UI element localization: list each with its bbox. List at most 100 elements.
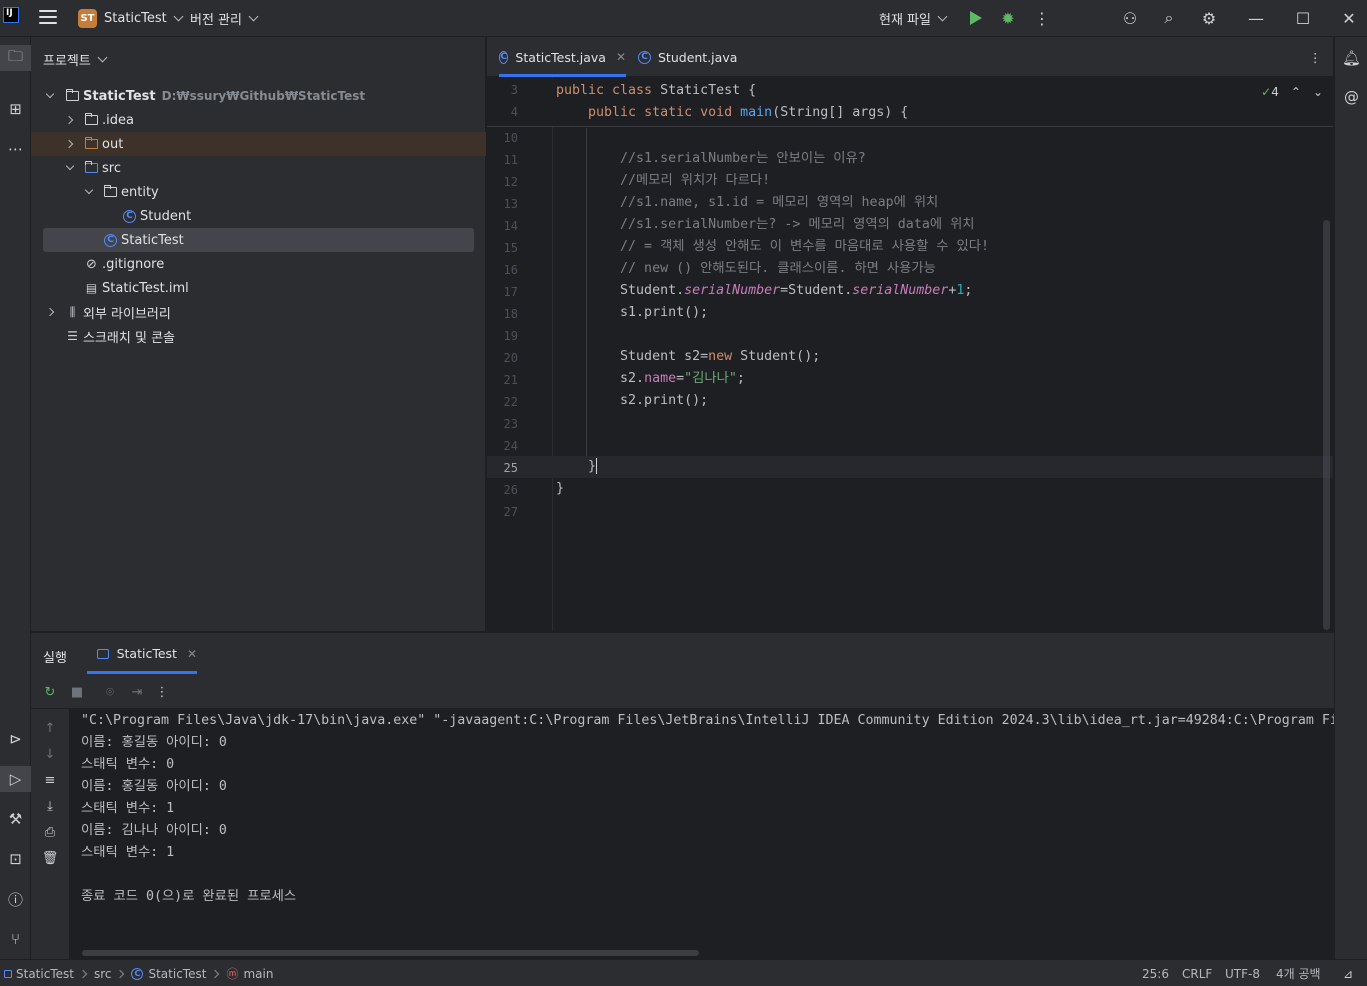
gear-icon: ⚙ [1201, 8, 1217, 28]
chevron-down-icon [937, 11, 948, 22]
tree-item-external-libraries[interactable]: ⫼ 외부 라이브러리 [31, 300, 486, 324]
rerun-button[interactable]: ↻ [41, 683, 59, 701]
ignore-file-icon: ⊘ [86, 256, 97, 272]
code-line[interactable]: Student.serialNumber=Student.serialNumbe… [556, 280, 972, 302]
soft-wrap-button[interactable]: ≡ [41, 771, 59, 789]
more-vertical-icon: ⋮ [1034, 8, 1050, 28]
git-tool-button[interactable]: ⑂ [0, 926, 31, 952]
iml-file-icon: ▤ [85, 281, 98, 295]
stop-button[interactable]: ■ [68, 683, 86, 701]
code-line[interactable]: //s1.name, s1.id = 메모리 영역의 heap에 위치 [556, 192, 938, 214]
restore-layout-button[interactable]: ⇥ [128, 683, 146, 701]
scroll-up-button[interactable]: ↑ [41, 719, 59, 737]
console-output[interactable]: "C:\Program Files\Java\jdk-17\bin\java.e… [69, 709, 1334, 960]
code-line[interactable]: //메모리 위치가 다르다! [556, 170, 770, 192]
chevron-down-icon[interactable]: ⌄ [1313, 85, 1323, 99]
code-line[interactable]: public class StaticTest { [556, 80, 756, 102]
run-icon [970, 11, 982, 25]
minimize-button[interactable]: — [1246, 8, 1266, 28]
code-line[interactable]: s2.print(); [556, 390, 708, 412]
clear-button[interactable]: 🗑︎ [41, 849, 59, 867]
project-panel-header[interactable]: 프로젝트 [43, 50, 108, 69]
print-button[interactable]: ⎙ [41, 823, 59, 841]
tree-item-statictest[interactable]: C StaticTest [43, 228, 474, 252]
exit-icon: ⇥ [131, 684, 143, 700]
run-tool-button[interactable]: ▷ [0, 766, 31, 792]
project-tool-button[interactable]: 🗀 [0, 45, 31, 71]
breadcrumb-method[interactable]: main [243, 967, 273, 981]
chevron-up-icon[interactable]: ⌃ [1291, 85, 1301, 99]
code-line[interactable]: } [556, 456, 598, 478]
run-button[interactable] [966, 8, 986, 28]
editor-scrollbar[interactable] [1323, 220, 1330, 630]
indent-setting[interactable]: 4개 공백 [1276, 960, 1321, 986]
line-separator[interactable]: CRLF [1182, 960, 1212, 986]
inspection-widget[interactable]: ✓4 ⌃ ⌄ [1261, 85, 1323, 99]
build-tool-button[interactable]: ⚒ [0, 806, 31, 832]
settings-button[interactable]: ⚙ [1199, 8, 1219, 28]
chevron-down-icon[interactable] [45, 89, 55, 99]
scroll-down-button[interactable]: ↓ [41, 745, 59, 763]
notifications-button[interactable]: 🔔︎ [1335, 45, 1367, 71]
tree-item-gitignore[interactable]: ⊘ .gitignore [31, 252, 486, 276]
read-only-toggle[interactable]: ⊿ [1343, 960, 1353, 986]
intellij-logo-icon[interactable]: IJ [3, 7, 19, 23]
code-line[interactable]: // = 객체 생성 안해도 이 변수를 마음대로 사용할 수 있다! [556, 236, 989, 258]
maximize-button[interactable]: ☐ [1293, 8, 1313, 28]
caret-position[interactable]: 25:6 [1142, 960, 1169, 986]
code-line[interactable]: // new () 안해도된다. 클래스이름. 하면 사용가능 [556, 258, 936, 280]
close-window-button[interactable]: ✕ [1339, 8, 1359, 28]
chevron-right-icon[interactable] [45, 307, 55, 317]
project-selector[interactable]: ST StaticTest [78, 0, 184, 37]
terminal-tool-button[interactable]: ⊡ [0, 846, 31, 872]
code-line[interactable]: } [556, 478, 564, 500]
tree-item-iml[interactable]: ▤ StaticTest.iml [31, 276, 486, 300]
code-line[interactable]: s2.name="김나나"; [556, 368, 745, 390]
code-line[interactable]: public static void main(String[] args) { [556, 102, 908, 124]
search-button[interactable]: ⌕ [1159, 8, 1179, 28]
services-tool-button[interactable]: ⊳ [0, 726, 31, 752]
structure-tool-button[interactable]: ⊞ [0, 96, 31, 122]
code-line[interactable]: //s1.serialNumber는? -> 메모리 영역의 data에 위치 [556, 214, 975, 236]
more-actions-button[interactable]: ⋮ [1032, 8, 1052, 28]
screenshot-button[interactable]: ⌾ [101, 683, 119, 701]
chevron-right-icon[interactable] [64, 115, 74, 125]
more-tools-button[interactable]: ⋯ [0, 136, 31, 162]
run-tab-statictest[interactable]: StaticTest ✕ [87, 633, 197, 674]
chevron-down-icon[interactable] [65, 161, 75, 171]
console-horizontal-scrollbar[interactable] [82, 950, 699, 956]
breadcrumb-project[interactable]: StaticTest [16, 967, 74, 981]
chevron-down-icon[interactable] [84, 185, 94, 195]
code-line[interactable]: s1.print(); [556, 302, 708, 324]
close-icon[interactable]: ✕ [616, 50, 626, 64]
source-folder-icon [84, 161, 99, 174]
vcs-menu[interactable]: 버전 관리 [190, 0, 259, 37]
run-config-selector[interactable]: 현재 파일 [879, 0, 948, 37]
debug-button[interactable]: ✹ [998, 8, 1018, 28]
tree-item-student[interactable]: C Student [31, 204, 486, 228]
tree-item-src[interactable]: src [31, 156, 486, 180]
tree-item-project-root[interactable]: StaticTest D:₩ssury₩Github₩StaticTest [31, 84, 486, 108]
breadcrumb-class[interactable]: StaticTest [148, 967, 206, 981]
tabs-more-button[interactable]: ⋮ [1309, 37, 1322, 77]
ai-assistant-button[interactable]: @ [1335, 84, 1367, 110]
scroll-to-end-button[interactable]: ⤓ [41, 797, 59, 815]
tree-item-idea[interactable]: .idea [31, 108, 486, 132]
chevron-down-icon [248, 11, 259, 22]
code-line[interactable]: Student s2=new Student(); [556, 346, 820, 368]
lock-icon: ⊿ [1343, 966, 1354, 981]
breadcrumb-src[interactable]: src [94, 967, 112, 981]
tree-item-out[interactable]: out [31, 132, 486, 156]
tree-item-scratches[interactable]: ☰ 스크래치 및 콘솔 [31, 324, 486, 348]
more-actions-button[interactable]: ⋮ [153, 683, 171, 701]
add-user-button[interactable]: ⚇ [1120, 8, 1140, 28]
code-line[interactable]: //s1.serialNumber는 안보이는 이유? [556, 148, 866, 170]
close-icon[interactable]: ✕ [187, 647, 197, 661]
chevron-right-icon[interactable] [64, 139, 74, 149]
tree-item-entity[interactable]: entity [31, 180, 486, 204]
problems-tool-button[interactable]: ⓘ [0, 886, 31, 912]
file-encoding[interactable]: UTF-8 [1225, 960, 1260, 986]
tab-statictest-java[interactable]: C StaticTest.java ✕ [499, 37, 626, 77]
main-menu-icon[interactable] [39, 10, 57, 25]
tab-student-java[interactable]: C Student.java [638, 37, 737, 77]
